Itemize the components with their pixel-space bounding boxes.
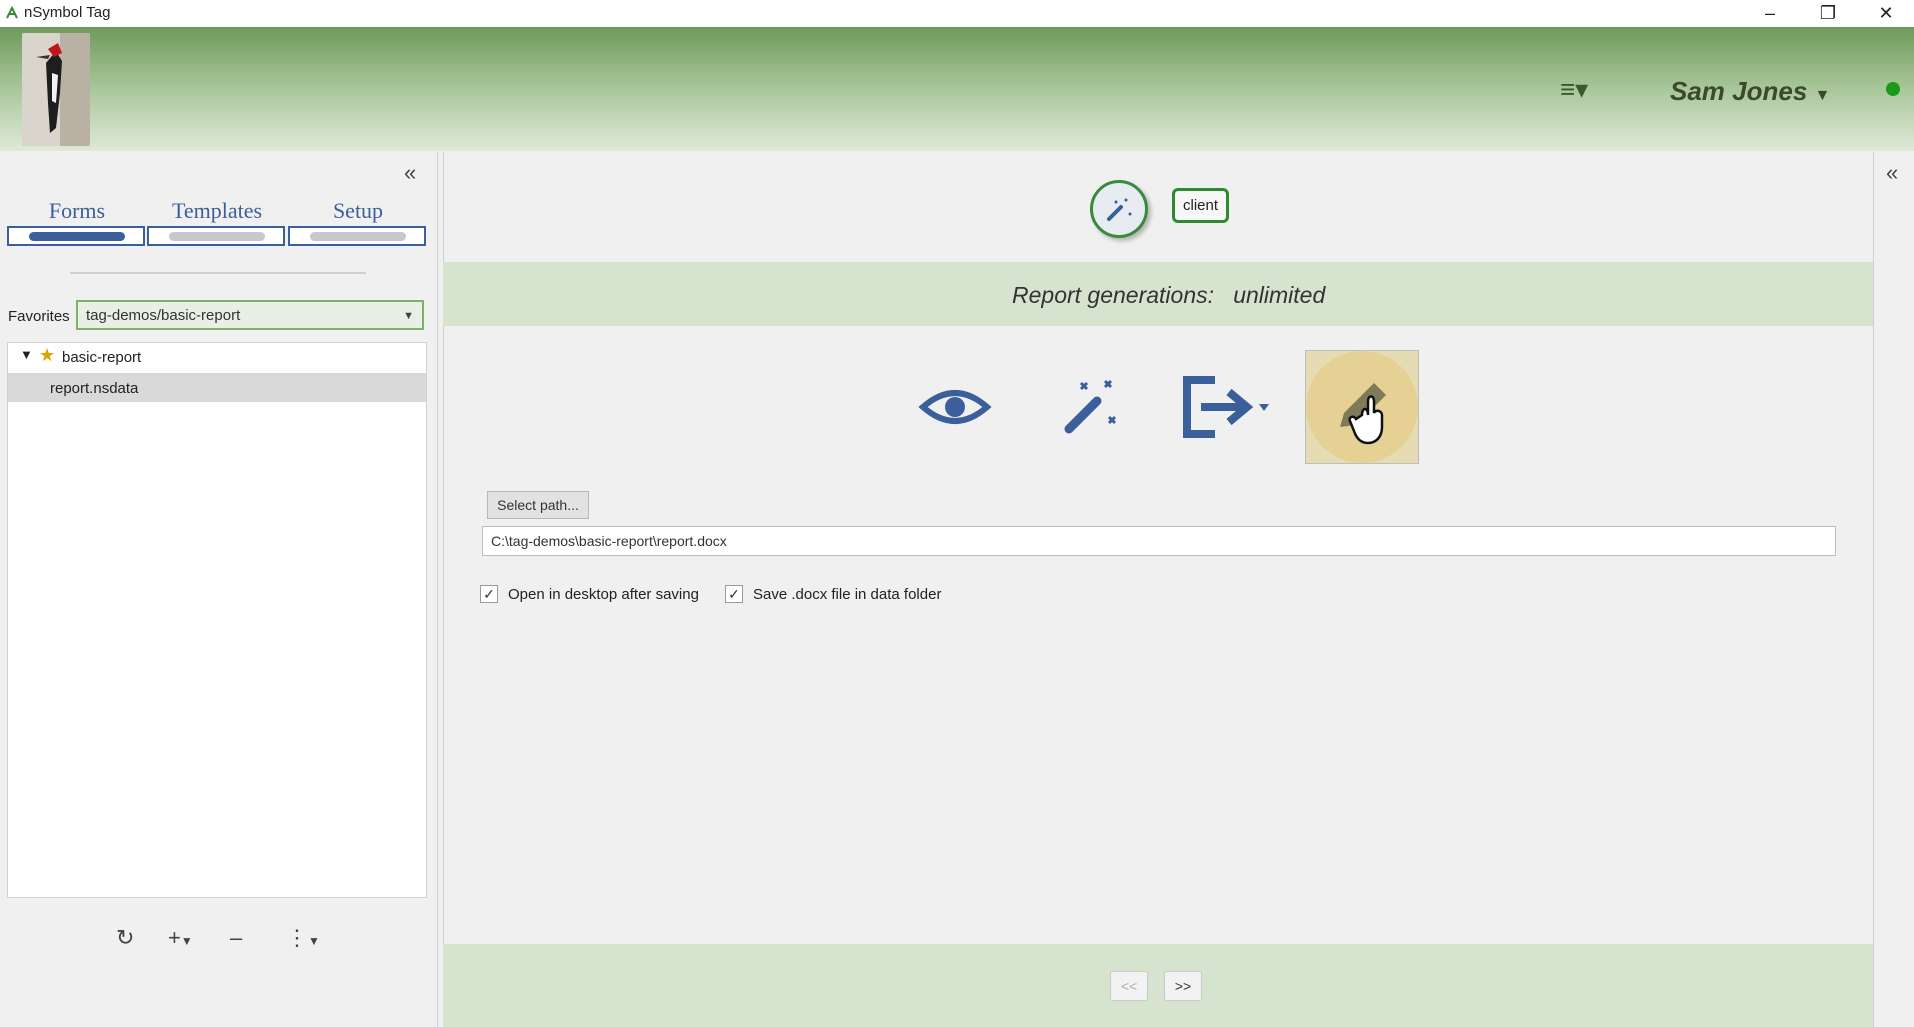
generations-value: unlimited (1233, 282, 1326, 308)
wizard-mode-button[interactable] (1090, 180, 1148, 238)
tab-forms-indicator (7, 226, 145, 246)
edit-button[interactable] (1305, 350, 1419, 464)
tree-node-report-nsdata[interactable]: report.nsdata (8, 373, 426, 402)
right-panel (1873, 152, 1914, 1027)
preview-eye-icon (918, 390, 992, 424)
add-icon: +▼ (168, 925, 193, 950)
woodpecker-logo (22, 33, 90, 146)
expand-right-panel-button[interactable]: « (1886, 160, 1898, 186)
refresh-icon: ↻ (116, 925, 135, 950)
next-button[interactable]: >> (1164, 971, 1202, 1001)
tab-templates[interactable]: Templates (147, 196, 287, 248)
remove-icon: – (230, 925, 243, 950)
tab-templates-label: Templates (171, 198, 263, 223)
refresh-button[interactable]: ↻ (116, 925, 134, 951)
header-banner (0, 27, 1914, 151)
generations-label: Report generations: (1012, 282, 1215, 308)
open-in-desktop-checkbox[interactable]: ✓ Open in desktop after saving (480, 584, 699, 604)
generate-button[interactable] (1034, 350, 1148, 464)
title-bar (0, 0, 1914, 27)
double-chevron-left-icon: « (404, 160, 417, 185)
chevron-down-icon: ▼ (403, 310, 414, 322)
preview-button[interactable] (898, 350, 1012, 464)
tree-node-label: basic-report (62, 349, 142, 366)
user-menu[interactable]: Sam Jones ▼ (1670, 76, 1830, 107)
app-logo-icon (6, 5, 18, 19)
export-icon (1183, 376, 1269, 438)
user-name: Sam Jones (1670, 76, 1808, 106)
export-button[interactable] (1168, 350, 1282, 464)
tree-node-label: report.nsdata (50, 380, 139, 397)
restore-icon: ❐ (1819, 3, 1837, 23)
tab-forms-label: Forms (48, 198, 106, 223)
checkmark-icon: ✓ (725, 585, 743, 603)
minimize-icon: – (1764, 3, 1775, 23)
select-path-button[interactable]: Select path... (487, 491, 589, 519)
report-generations-text: Report generations: unlimited (1012, 282, 1325, 309)
previous-button[interactable]: << (1110, 971, 1148, 1001)
connection-status-icon (1886, 82, 1900, 96)
add-button[interactable]: +▼ (168, 925, 193, 951)
tab-templates-indicator (147, 226, 285, 246)
tab-setup-label: Setup (332, 198, 384, 223)
double-chevron-left-icon: « (1886, 160, 1899, 185)
collapse-left-panel-button[interactable]: « (404, 160, 416, 186)
tab-forms[interactable]: Forms (7, 196, 147, 248)
close-icon: ✕ (1878, 3, 1894, 23)
chevron-down-icon: ▼ (1814, 87, 1831, 104)
restore-button[interactable]: ❐ (1799, 0, 1857, 27)
file-tree (7, 342, 427, 898)
main-menu-button[interactable]: ≡▾ (1560, 74, 1588, 105)
favorites-value: tag-demos/basic-report (86, 307, 241, 324)
favorites-label: Favorites (8, 308, 70, 325)
hamburger-menu-icon: ≡▾ (1560, 74, 1589, 104)
generate-wand-icon (1064, 379, 1117, 434)
output-path-input[interactable]: C:\tag-demos\basic-report\report.docx (482, 526, 1836, 556)
close-window-button[interactable]: ✕ (1857, 0, 1914, 27)
expand-triangle-icon[interactable]: ▼ (20, 347, 33, 362)
remove-button[interactable]: – (230, 925, 242, 951)
tab-setup-indicator (288, 226, 426, 246)
save-docx-checkbox[interactable]: ✓ Save .docx file in data folder (725, 584, 941, 604)
edit-pencil-icon (1340, 383, 1386, 445)
tab-setup[interactable]: Setup (288, 196, 428, 248)
star-icon: ★ (39, 345, 56, 365)
client-mode-badge[interactable]: client (1172, 188, 1230, 223)
window-title: nSymbol Tag (24, 4, 111, 21)
navigation-bar (443, 944, 1873, 1027)
favorites-dropdown[interactable]: tag-demos/basic-report ▼ (76, 300, 424, 330)
checkbox-label: Open in desktop after saving (508, 585, 699, 603)
tree-node-basic-report[interactable]: ▼ ★ basic-report (8, 343, 426, 371)
minimize-button[interactable]: – (1741, 0, 1799, 27)
more-icon: ⋮▼ (286, 925, 320, 950)
checkmark-icon: ✓ (480, 585, 498, 603)
divider (70, 272, 366, 274)
checkbox-label: Save .docx file in data folder (753, 585, 942, 603)
more-options-button[interactable]: ⋮▼ (286, 925, 320, 951)
magic-wand-icon (1107, 198, 1132, 221)
